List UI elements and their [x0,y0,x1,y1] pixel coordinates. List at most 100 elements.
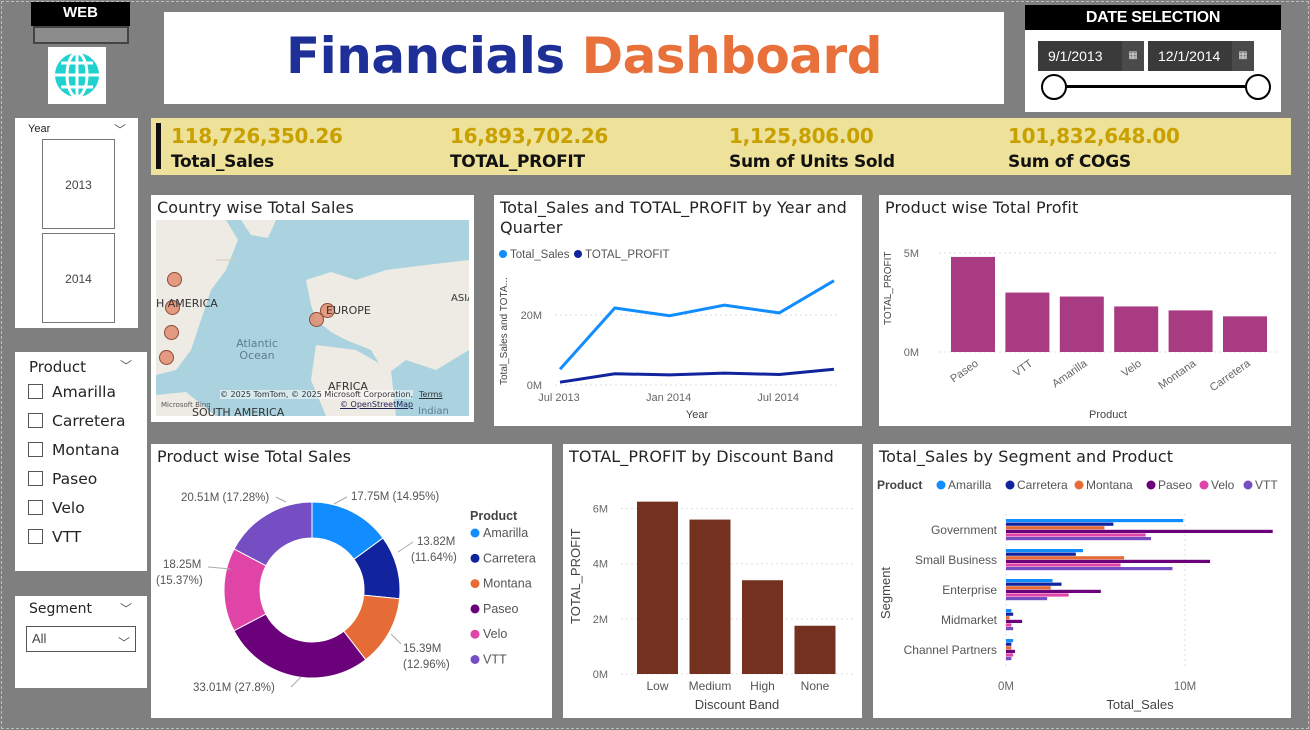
bar [1006,586,1051,590]
bar [1006,552,1076,556]
segment-dropdown[interactable]: All ﹀ [26,626,136,652]
y-axis-label: TOTAL_PROFIT [883,251,894,325]
donut-slice [233,613,367,679]
sales-profit-line-chart[interactable]: Total_Sales TOTAL_PROFIT0M20MTotal_Sales … [494,195,862,426]
kpi-total-profit: 16,893,702.26 TOTAL_PROFIT [450,124,608,172]
product-slicer-title: Product [29,358,86,376]
product-profit-bar-chart[interactable]: 0M 5M TOTAL_PROFIT Paseo VTT Amarilla Velo Mont… [879,195,1291,426]
leader-line [333,496,348,505]
product-sales-donut-chart[interactable]: 17.75M (14.95%) 13.82M (11.64%) 15.39M (12.9… [151,444,552,718]
calendar-icon[interactable]: ▦ [1232,41,1254,71]
x-tick-label: Carretera [1208,357,1254,394]
legend-marker [499,250,507,258]
product-option-paseo[interactable]: Paseo [28,470,97,488]
checkbox[interactable] [28,471,43,486]
country-sales-map[interactable]: H AMERICA EUROPE ASIA Atlantic Ocean AFR… [156,220,469,416]
bar [1006,529,1273,533]
year-tile-2013[interactable]: 2013 [42,139,115,229]
y-tick-label: Government [931,523,998,537]
map-title: Country wise Total Sales [157,198,354,217]
legend-label: Amarilla [483,526,528,540]
chevron-down-icon[interactable]: ﹀ [120,357,132,374]
year-slicer-title: Year [28,123,51,135]
product-option-vtt[interactable]: VTT [28,528,81,546]
discount-profit-bar-chart[interactable]: 0M 2M 4M 6M TOTAL_PROFIT Low Medium High None Dis… [563,444,862,718]
year-slicer: Year ﹀ 2013 2014 [15,118,138,328]
y-tick-label: 5M [904,248,919,260]
product-option-label: Paseo [52,470,98,488]
map-terms-link[interactable]: Terms [419,390,443,399]
bar [1006,593,1069,597]
year-tile-2014[interactable]: 2014 [42,233,115,323]
chevron-down-icon[interactable]: ﹀ [118,631,130,655]
product-option-velo[interactable]: Velo [28,499,85,517]
segment-sales-bar-chart[interactable]: Product Amarilla Carretera Montana Paseo Velo… [873,444,1291,718]
bar [1006,653,1014,657]
bar [1006,642,1012,646]
web-button[interactable]: WEB [31,2,130,26]
product-option-amarilla[interactable]: Amarilla [28,383,116,401]
legend-label: Montana [483,577,532,591]
data-label: 13.82M (11.64%) [411,536,457,564]
segment-dropdown-value: All [32,631,47,646]
y-axis-label: Total_Sales and TOTA... [499,277,510,385]
bar [1006,623,1012,627]
x-axis-label: Discount Band [695,697,780,712]
web-input-bar [33,26,129,44]
calendar-icon[interactable]: ▦ [1122,41,1144,71]
bar [742,580,783,674]
map-bubble[interactable] [309,312,324,327]
map-osm-link[interactable]: © OpenStreetMap [340,400,413,409]
data-label: 33.01M (27.8%) [193,682,275,694]
map-label-asia: ASIA [451,293,469,304]
legend-title: Product [877,478,922,492]
legend-marker [470,604,480,614]
title-financials: Financials [285,27,565,85]
bar [1006,556,1125,560]
checkbox[interactable] [28,413,43,428]
y-tick-label: 6M [593,504,608,516]
y-tick-label: 2M [593,614,608,626]
legend-label: Total_Sales [510,249,570,261]
start-date-input[interactable]: 9/1/2013 ▦ [1038,41,1144,71]
product-option-carretera[interactable]: Carretera [28,412,125,430]
bing-logo: Microsoft Bing [161,401,211,409]
bar [1006,526,1105,530]
map-bubble[interactable] [159,350,174,365]
checkbox[interactable] [28,529,43,544]
product-option-label: Velo [52,499,85,517]
series-line [559,367,835,384]
x-tick-label: Jan 2014 [646,392,691,404]
product-option-label: Montana [52,441,120,459]
kpi-cogs: 101,832,648.00 Sum of COGS [1008,124,1180,172]
map-bubble[interactable] [167,272,182,287]
chevron-down-icon[interactable]: ﹀ [114,121,126,138]
checkbox[interactable] [28,384,43,399]
map-bubble[interactable] [164,325,179,340]
checkbox[interactable] [28,500,43,515]
map-credits: © 2025 TomTom, © 2025 Microsoft Corporat… [220,390,414,399]
bar [1006,649,1015,653]
legend-marker [470,629,480,639]
discount-profit-card: TOTAL_PROFIT by Discount Band 0M 2M 4M 6M TO… [563,444,862,718]
legend-marker [574,250,582,258]
legend-label: Amarilla [948,478,992,492]
globe-icon[interactable] [48,47,106,104]
kpi-value: 118,726,350.26 [171,124,343,148]
y-tick-label: 0M [904,347,919,359]
date-range-end-handle[interactable] [1245,74,1271,100]
date-range-start-handle[interactable] [1041,74,1067,100]
y-tick-label: 0M [527,380,542,392]
bar [1006,519,1184,523]
kpi-label: Sum of Units Sold [729,152,895,172]
map-label-atlantic: Atlantic Ocean [236,337,278,362]
product-option-montana[interactable]: Montana [28,441,120,459]
x-tick-label: 0M [998,681,1014,693]
legend-marker [470,579,480,589]
segment-slicer-title: Segment [29,601,92,617]
chevron-down-icon[interactable]: ﹀ [120,600,132,617]
date-range-track[interactable] [1055,85,1259,88]
checkbox[interactable] [28,442,43,457]
map-label-europe: EUROPE [326,304,371,317]
end-date-input[interactable]: 12/1/2014 ▦ [1148,41,1254,71]
